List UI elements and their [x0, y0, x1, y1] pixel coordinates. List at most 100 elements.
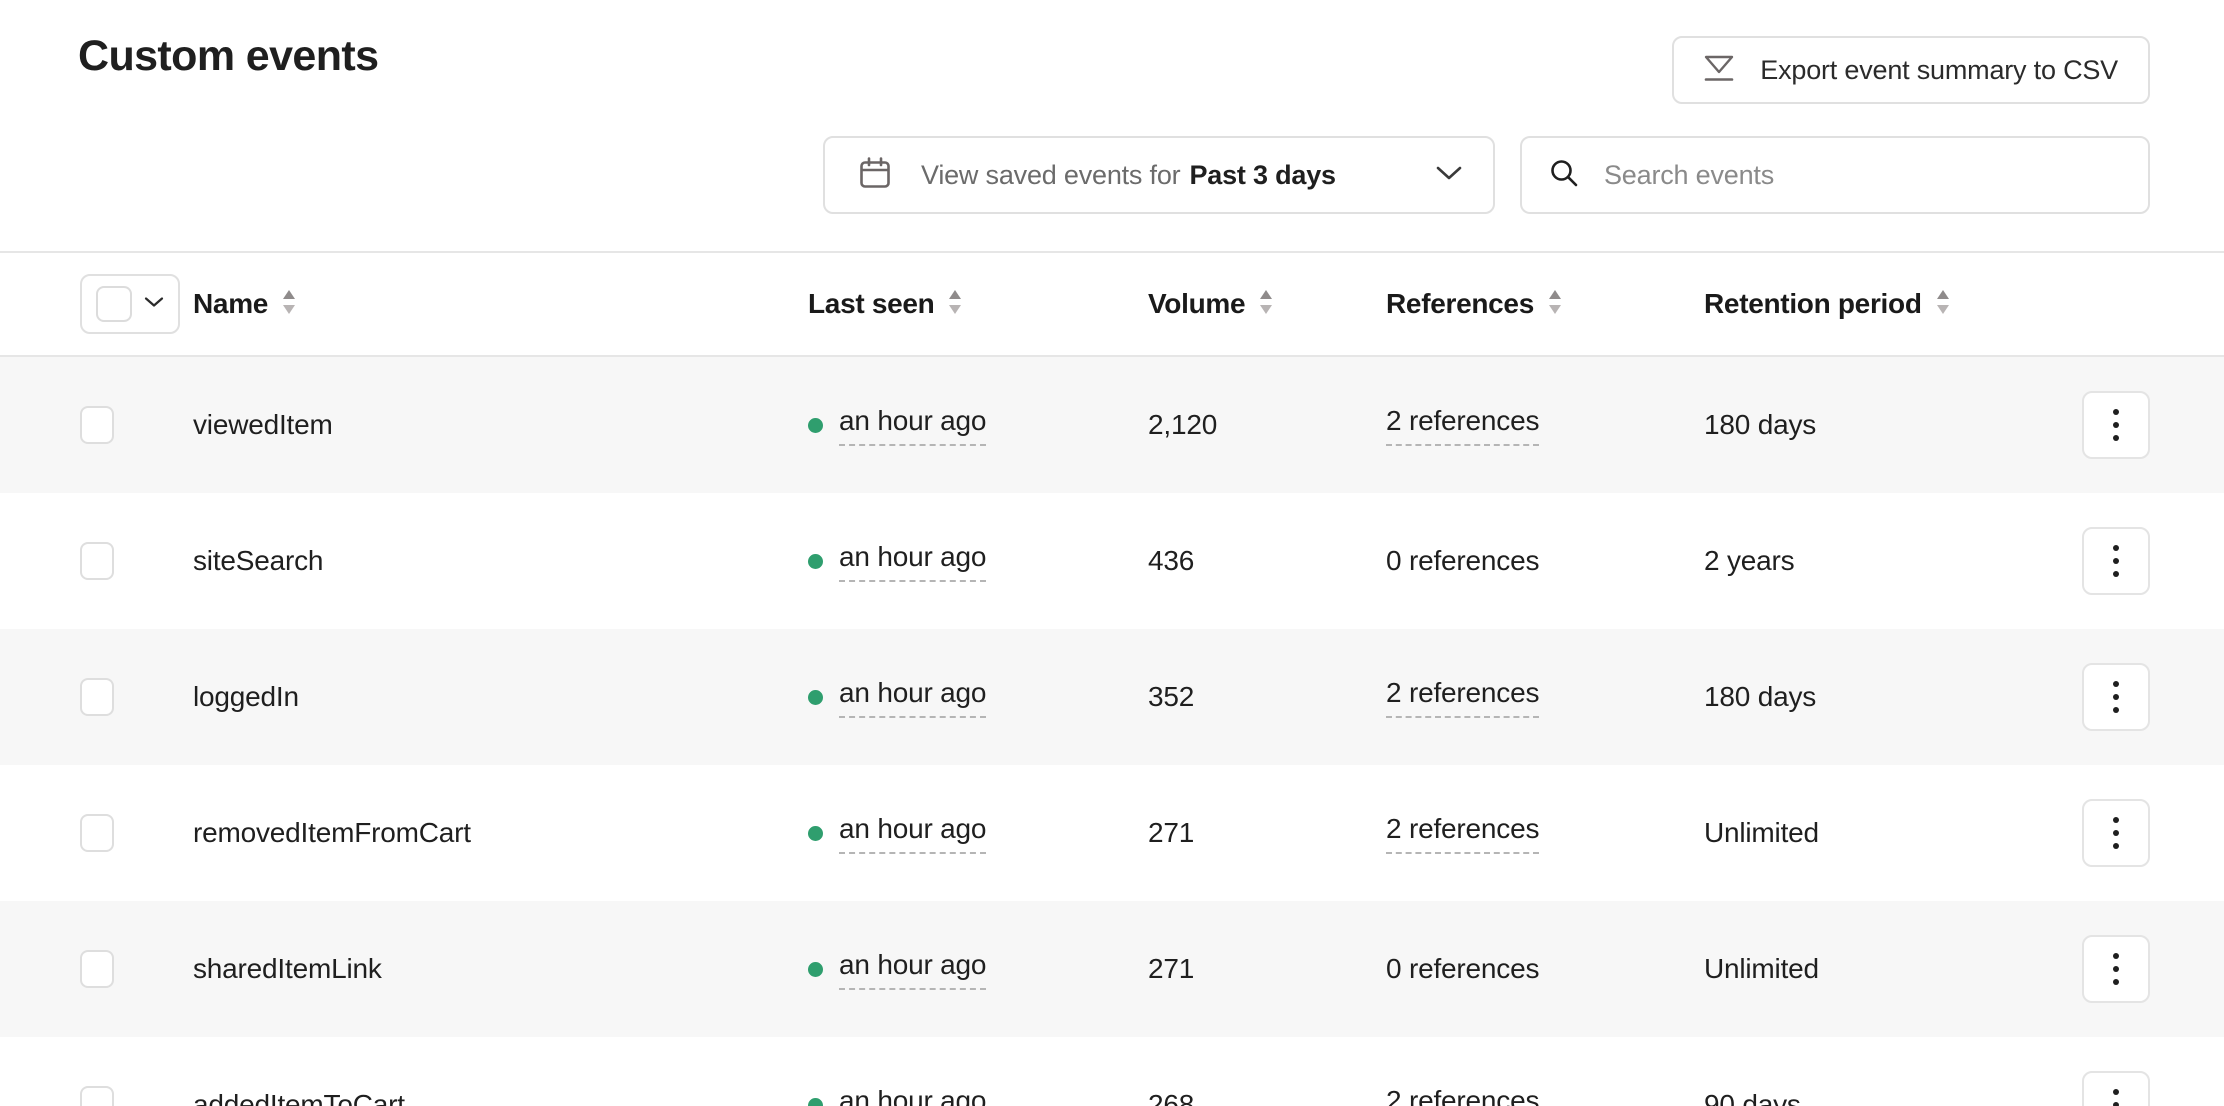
last-seen-value[interactable]: an hour ago	[839, 405, 986, 446]
kebab-menu-icon[interactable]	[2082, 1071, 2150, 1106]
event-name: loggedIn	[193, 681, 299, 712]
kebab-menu-icon[interactable]	[2082, 935, 2150, 1003]
column-header-retention-period[interactable]: Retention period	[1704, 288, 2024, 321]
table-row[interactable]: addedItemToCart an hour ago 268 2 reference…	[0, 1037, 2224, 1106]
volume-cell: 2,120	[1148, 409, 1386, 441]
last-seen-value[interactable]: an hour ago	[839, 813, 986, 854]
column-header-last-seen-label: Last seen	[808, 288, 935, 319]
custom-events-page: Custom events Export event summary to CS…	[0, 0, 2224, 1106]
kebab-menu-icon[interactable]	[2082, 391, 2150, 459]
references-value[interactable]: 2 references	[1386, 677, 1539, 718]
status-dot-icon	[808, 961, 823, 977]
references-cell: 2 references	[1386, 677, 1704, 718]
row-select-cell	[0, 950, 193, 988]
status-dot-icon	[808, 689, 823, 705]
last-seen-cell: an hour ago	[808, 541, 1148, 582]
retention-period-value: 2 years	[1704, 545, 1795, 576]
row-checkbox[interactable]	[80, 814, 114, 852]
row-checkbox[interactable]	[80, 542, 114, 580]
sort-icon[interactable]	[1257, 288, 1275, 321]
table-row[interactable]: removedItemFromCart an hour ago 271 2 refer…	[0, 765, 2224, 901]
date-range-selector[interactable]: View saved events for Past 3 days	[823, 136, 1495, 214]
event-name: removedItemFromCart	[193, 817, 471, 848]
references-cell: 2 references	[1386, 1085, 1704, 1106]
volume-cell: 271	[1148, 953, 1386, 985]
retention-period-cell: Unlimited	[1704, 953, 2024, 985]
column-header-volume-label: Volume	[1148, 288, 1246, 319]
volume-value: 271	[1148, 817, 1195, 848]
sort-icon[interactable]	[946, 288, 964, 321]
volume-cell: 436	[1148, 545, 1386, 577]
row-actions-cell	[2024, 391, 2224, 459]
kebab-menu-icon[interactable]	[2082, 663, 2150, 731]
references-cell: 2 references	[1386, 405, 1704, 446]
table-header-row: Name Last seen Volume References Retenti…	[0, 253, 2224, 357]
chevron-down-icon[interactable]	[1433, 163, 1465, 188]
sort-icon[interactable]	[1934, 288, 1952, 321]
volume-value: 268	[1148, 1089, 1195, 1106]
search-events-box[interactable]	[1520, 136, 2150, 214]
volume-value: 352	[1148, 681, 1195, 712]
table-row[interactable]: siteSearch an hour ago 436 0 references 2 ye…	[0, 493, 2224, 629]
row-select-cell	[0, 542, 193, 580]
select-all-cell	[0, 274, 193, 334]
download-icon	[1700, 51, 1738, 90]
event-name: siteSearch	[193, 545, 324, 576]
select-all-control[interactable]	[80, 274, 180, 334]
row-actions-cell	[2024, 527, 2224, 595]
references-value: 0 references	[1386, 953, 1540, 984]
column-header-volume[interactable]: Volume	[1148, 288, 1386, 321]
table-row[interactable]: loggedIn an hour ago 352 2 references 180 da…	[0, 629, 2224, 765]
event-name-cell: siteSearch	[193, 545, 808, 577]
event-name: viewedItem	[193, 409, 333, 440]
last-seen-value[interactable]: an hour ago	[839, 1085, 986, 1106]
volume-cell: 271	[1148, 817, 1386, 849]
retention-period-value: 90 days	[1704, 1089, 1801, 1106]
column-header-name[interactable]: Name	[193, 288, 808, 321]
volume-cell: 268	[1148, 1089, 1386, 1106]
filter-toolbar: View saved events for Past 3 days	[823, 136, 2150, 214]
page-title: Custom events	[78, 32, 379, 80]
page-header: Custom events Export event summary to CS…	[0, 0, 2224, 253]
last-seen-value[interactable]: an hour ago	[839, 949, 986, 990]
sort-icon[interactable]	[1546, 288, 1564, 321]
last-seen-cell: an hour ago	[808, 813, 1148, 854]
row-checkbox[interactable]	[80, 678, 114, 716]
retention-period-value: Unlimited	[1704, 817, 1819, 848]
sort-icon[interactable]	[280, 288, 298, 321]
select-all-checkbox[interactable]	[96, 286, 132, 322]
column-header-references[interactable]: References	[1386, 288, 1704, 321]
search-input[interactable]	[1604, 159, 2122, 191]
table-row[interactable]: viewedItem an hour ago 2,120 2 references 18…	[0, 357, 2224, 493]
volume-cell: 352	[1148, 681, 1386, 713]
row-checkbox[interactable]	[80, 406, 114, 444]
event-name-cell: loggedIn	[193, 681, 808, 713]
retention-period-value: Unlimited	[1704, 953, 1819, 984]
references-value[interactable]: 2 references	[1386, 813, 1539, 854]
row-checkbox[interactable]	[80, 1086, 114, 1106]
status-dot-icon	[808, 825, 823, 841]
custom-events-table: Name Last seen Volume References Retenti…	[0, 253, 2224, 1106]
last-seen-value[interactable]: an hour ago	[839, 677, 986, 718]
kebab-menu-icon[interactable]	[2082, 527, 2150, 595]
status-dot-icon	[808, 417, 823, 433]
table-row[interactable]: sharedItemLink an hour ago 271 0 references…	[0, 901, 2224, 1037]
kebab-menu-icon[interactable]	[2082, 799, 2150, 867]
references-value[interactable]: 2 references	[1386, 405, 1539, 446]
references-value[interactable]: 2 references	[1386, 1085, 1539, 1106]
row-select-cell	[0, 814, 193, 852]
row-select-cell	[0, 406, 193, 444]
column-header-retention-period-label: Retention period	[1704, 288, 1922, 319]
event-name: sharedItemLink	[193, 953, 382, 984]
event-name-cell: viewedItem	[193, 409, 808, 441]
row-checkbox[interactable]	[80, 950, 114, 988]
column-header-last-seen[interactable]: Last seen	[808, 288, 1148, 321]
last-seen-value[interactable]: an hour ago	[839, 541, 986, 582]
chevron-down-icon[interactable]	[143, 295, 165, 314]
row-actions-cell	[2024, 799, 2224, 867]
references-cell: 2 references	[1386, 813, 1704, 854]
date-range-value: Past 3 days	[1189, 159, 1336, 190]
last-seen-cell: an hour ago	[808, 949, 1148, 990]
references-value: 0 references	[1386, 545, 1540, 576]
export-event-summary-button[interactable]: Export event summary to CSV	[1672, 36, 2150, 104]
